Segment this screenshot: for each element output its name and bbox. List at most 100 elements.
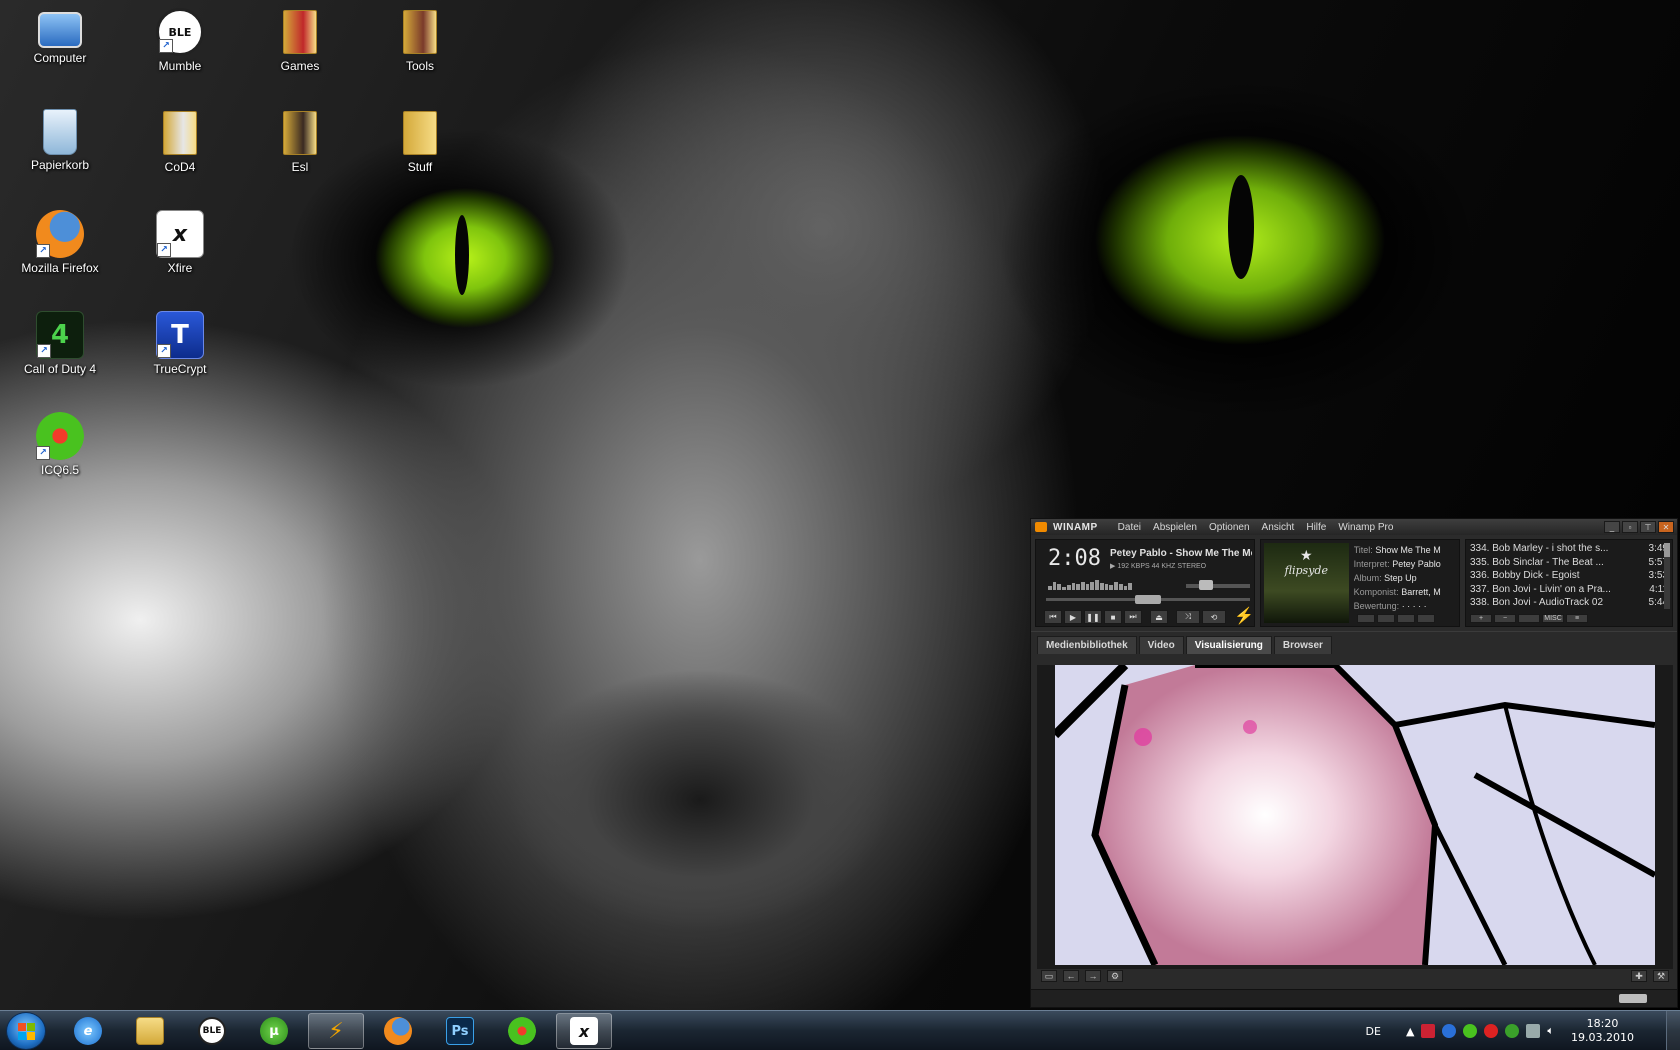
playlist-add-button[interactable]: + — [1470, 614, 1492, 623]
desktop-icon-truecrypt[interactable]: T ↗ TrueCrypt — [130, 305, 230, 395]
tray-bluetooth-icon[interactable] — [1442, 1024, 1457, 1038]
playlist-item[interactable]: 334. Bob Marley - i shot the s... 3:49 — [1470, 542, 1668, 556]
winamp-window[interactable]: WINAMP Datei Abspielen Optionen Ansicht … — [1030, 518, 1678, 1008]
clock[interactable]: 18:20 19.03.2010 — [1571, 1017, 1634, 1045]
plugin-icon[interactable]: ✚ — [1631, 970, 1647, 982]
tray-antivirus-icon[interactable] — [1484, 1024, 1499, 1038]
playlist-scrollbar[interactable] — [1664, 543, 1670, 609]
desktop-icon-tools[interactable]: Tools — [370, 2, 470, 92]
start-button[interactable] — [6, 1012, 46, 1050]
desktop-icon-stuff[interactable]: Stuff — [370, 103, 470, 193]
playlist-panel[interactable]: 334. Bob Marley - i shot the s... 3:49 33… — [1465, 539, 1673, 627]
playlist-misc-button[interactable]: MISC — [1542, 614, 1564, 623]
tray-volume-icon[interactable]: 🔈︎ — [1547, 1024, 1554, 1038]
seek-bar[interactable] — [1046, 595, 1250, 604]
forward-arrow-icon[interactable]: → — [1085, 970, 1101, 982]
playlist-select-button[interactable] — [1518, 614, 1540, 623]
show-desktop-button[interactable] — [1666, 1011, 1680, 1050]
menu-winamp-pro[interactable]: Winamp Pro — [1338, 522, 1393, 533]
taskbar-xfire[interactable]: x — [556, 1013, 612, 1049]
lightning-icon[interactable]: ⚡ — [1234, 606, 1254, 626]
desktop-icon-icq[interactable]: ↗ ICQ6.5 — [10, 406, 110, 496]
language-indicator[interactable]: DE — [1366, 1025, 1381, 1038]
pause-icon[interactable]: ❚❚ — [1084, 610, 1102, 624]
desktop-icon-firefox[interactable]: ↗ Mozilla Firefox — [10, 204, 110, 294]
playlist-item[interactable]: 338. Bon Jovi - AudioTrack 02 5:44 — [1470, 596, 1668, 610]
song-title-scroller: Petey Pablo - Show Me The Mo — [1110, 548, 1252, 559]
stop-icon[interactable]: ■ — [1104, 610, 1122, 624]
tray-icq-icon[interactable] — [1463, 1024, 1478, 1038]
taskbar-internet-explorer[interactable]: e — [60, 1013, 116, 1049]
minimize-icon[interactable]: _ — [1604, 521, 1620, 533]
visualization-settings-icon[interactable]: ⚙ — [1107, 970, 1123, 982]
playlist-item[interactable]: 337. Bon Jovi - Livin' on a Pra... 4:11 — [1470, 583, 1668, 597]
scrollbar-thumb[interactable] — [1664, 543, 1670, 557]
search-button[interactable] — [1377, 614, 1395, 623]
pin-icon[interactable]: ⊤ — [1640, 521, 1656, 533]
tab-visualisierung[interactable]: Visualisierung — [1185, 636, 1272, 654]
tray-network-icon[interactable] — [1526, 1024, 1541, 1038]
tray-utorrent-icon[interactable] — [1505, 1024, 1520, 1038]
playlist-item[interactable]: 335. Bob Sinclar - The Beat ... 5:57 — [1470, 556, 1668, 570]
shuffle-icon[interactable]: ⤨ — [1176, 610, 1200, 624]
menu-optionen[interactable]: Optionen — [1209, 522, 1250, 533]
eject-icon[interactable]: ⏏ — [1150, 610, 1168, 624]
menu-hilfe[interactable]: Hilfe — [1306, 522, 1326, 533]
desktop-icon-cod4[interactable]: 4 ↗ Call of Duty 4 — [10, 305, 110, 395]
tab-video[interactable]: Video — [1138, 636, 1184, 654]
tab-browser[interactable]: Browser — [1273, 636, 1332, 654]
seek-knob[interactable] — [1135, 595, 1161, 604]
desktop-icon-cod4-folder[interactable]: CoD4 — [130, 103, 230, 193]
desktop-icon-mumble[interactable]: BLE ↗ Mumble — [130, 2, 230, 92]
resize-grip[interactable] — [1619, 994, 1647, 1003]
desktop-icon-recycle-bin[interactable]: Papierkorb — [10, 103, 110, 193]
previous-icon[interactable]: ⏮ — [1044, 610, 1062, 624]
mumble-icon: BLE ↗ — [156, 8, 204, 56]
close-icon[interactable]: ✕ — [1658, 521, 1674, 533]
mumble-icon: BLE — [198, 1017, 226, 1045]
menu-abspielen[interactable]: Abspielen — [1153, 522, 1197, 533]
xfire-icon: x — [570, 1017, 598, 1045]
tray-flag-icon[interactable] — [1421, 1024, 1436, 1038]
desktop-icon-xfire[interactable]: x ↗ Xfire — [130, 204, 230, 294]
playlist-remove-button[interactable]: − — [1494, 614, 1516, 623]
desktop-icon-computer[interactable]: Computer — [10, 2, 110, 92]
taskbar-utorrent[interactable]: µ — [246, 1013, 302, 1049]
desktop-icon-esl[interactable]: Esl — [250, 103, 350, 193]
taskbar-icq[interactable] — [494, 1013, 550, 1049]
folder-icon — [276, 8, 324, 56]
more-button[interactable] — [1417, 614, 1435, 623]
menu-ansicht[interactable]: Ansicht — [1262, 522, 1295, 533]
cart-button[interactable] — [1397, 614, 1415, 623]
wrench-icon[interactable]: ⚒ — [1653, 970, 1669, 982]
info-button[interactable] — [1357, 614, 1375, 623]
stream-info: ▶ 192 KBPS 44 KHZ STEREO — [1110, 563, 1207, 570]
menu-datei[interactable]: Datei — [1118, 522, 1141, 533]
taskbar-mumble[interactable]: BLE — [184, 1013, 240, 1049]
next-icon[interactable]: ⏭ — [1124, 610, 1142, 624]
repeat-icon[interactable]: ⟲ — [1202, 610, 1226, 624]
taskbar-photoshop[interactable]: Ps — [432, 1013, 488, 1049]
winamp-titlebar[interactable]: WINAMP Datei Abspielen Optionen Ansicht … — [1031, 519, 1677, 535]
toggle-panel-icon[interactable]: ▭ — [1041, 970, 1057, 982]
back-arrow-icon[interactable]: ← — [1063, 970, 1079, 982]
shortcut-arrow-icon: ↗ — [36, 446, 50, 460]
show-hidden-icons-icon[interactable]: ▲ — [1406, 1025, 1414, 1038]
play-icon[interactable]: ▶ — [1064, 610, 1082, 624]
visualization-graphic — [1055, 665, 1655, 965]
playlist-list-button[interactable]: ≡ — [1566, 614, 1588, 623]
visualization-panel[interactable] — [1037, 665, 1673, 969]
volume-knob[interactable] — [1198, 580, 1213, 590]
tab-medienbibliothek[interactable]: Medienbibliothek — [1037, 636, 1137, 654]
playlist-item[interactable]: 336. Bobby Dick - Egoist 3:53 — [1470, 569, 1668, 583]
winamp-brand: WINAMP — [1053, 521, 1098, 533]
album-art: ★ flipsyde — [1264, 543, 1349, 623]
taskbar-winamp[interactable]: ⚡ — [308, 1013, 364, 1049]
taskbar-firefox[interactable] — [370, 1013, 426, 1049]
winamp-icon: ⚡ — [328, 1018, 344, 1044]
rating-stars[interactable]: · · · · · — [1402, 601, 1427, 611]
restore-icon[interactable]: ▫ — [1622, 521, 1638, 533]
volume-slider[interactable] — [1186, 580, 1250, 590]
desktop-icon-games[interactable]: Games — [250, 2, 350, 92]
taskbar-explorer[interactable] — [122, 1013, 178, 1049]
